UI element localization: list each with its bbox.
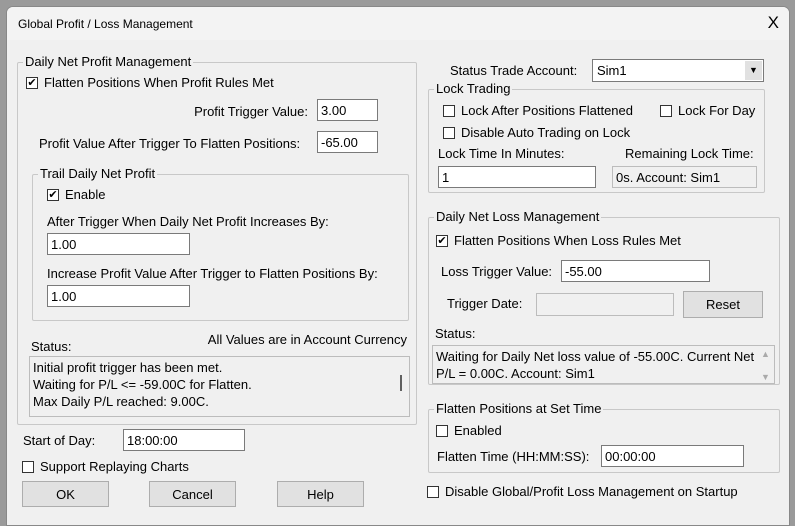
trigger-date-input <box>536 293 674 316</box>
loss-group-legend: Daily Net Loss Management <box>434 209 602 224</box>
remaining-lock-label: Remaining Lock Time: <box>625 146 754 161</box>
account-select[interactable]: Sim1 ▼ <box>592 59 764 82</box>
disable-startup-checkbox[interactable]: Disable Global/Profit Loss Management on… <box>427 484 738 499</box>
remaining-lock-value: 0s. Account: Sim1 <box>612 166 757 188</box>
support-replay-checkbox[interactable]: Support Replaying Charts <box>22 459 189 474</box>
scrollbar[interactable]: ▲ ▼ <box>757 346 774 383</box>
profit-trigger-input[interactable] <box>317 99 378 121</box>
checkbox-box <box>22 460 34 473</box>
checkbox-label: Disable Auto Trading on Lock <box>461 125 631 140</box>
scroll-down-icon[interactable]: ▼ <box>757 369 774 386</box>
lock-minutes-label: Lock Time In Minutes: <box>438 146 565 161</box>
start-of-day-label: Start of Day: <box>23 433 96 448</box>
currency-note: All Values are in Account Currency <box>207 332 407 347</box>
checkbox-box <box>436 424 448 437</box>
checkbox-label: Disable Global/Profit Loss Management on… <box>445 484 738 499</box>
checkbox-label: Lock After Positions Flattened <box>461 103 633 118</box>
checkbox-box <box>660 104 672 117</box>
profit-group-legend: Daily Net Profit Management <box>23 54 194 69</box>
trail-enable-checkbox[interactable]: ✔ Enable <box>47 187 105 202</box>
checkbox-label: Support Replaying Charts <box>40 459 189 474</box>
status-line: Waiting for Daily Net loss value of -55.… <box>436 349 755 364</box>
account-value: Sim1 <box>597 63 627 78</box>
checkbox-box <box>443 104 455 117</box>
profit-status-label: Status: <box>31 339 72 354</box>
flatten-time-group-legend: Flatten Positions at Set Time <box>434 401 604 416</box>
status-line: Waiting for P/L <= -59.00C for Flatten. <box>33 377 252 392</box>
flatten-time-input[interactable] <box>601 445 744 467</box>
increase-by-input[interactable] <box>47 233 190 255</box>
profit-trigger-label: Profit Trigger Value: <box>194 104 308 119</box>
checkbox-box: ✔ <box>436 234 448 247</box>
profit-after-label: Profit Value After Trigger To Flatten Po… <box>39 136 301 151</box>
checkbox-box <box>427 485 439 498</box>
increase-flatten-label: Increase Profit Value After Trigger to F… <box>47 266 378 281</box>
ok-button[interactable]: OK <box>22 481 109 507</box>
checkbox-label: Lock For Day <box>678 103 756 118</box>
lock-group-legend: Lock Trading <box>434 81 513 96</box>
checkbox-label: Enabled <box>454 423 502 438</box>
status-line: P/L = 0.00C. Account: Sim1 <box>436 366 595 381</box>
help-button[interactable]: Help <box>277 481 364 507</box>
loss-status-label: Status: <box>435 326 476 341</box>
checkbox-label: Enable <box>65 187 106 202</box>
flatten-loss-checkbox[interactable]: ✔ Flatten Positions When Loss Rules Met <box>436 233 681 248</box>
chevron-down-icon[interactable]: ▼ <box>745 61 762 80</box>
scroll-up-icon[interactable]: ▲ <box>757 346 774 363</box>
title-bar: Global Profit / Loss Management X <box>7 7 789 40</box>
flatten-time-enabled-checkbox[interactable]: Enabled <box>436 423 502 438</box>
status-line: Initial profit trigger has been met. <box>33 360 223 375</box>
checkbox-box: ✔ <box>26 76 38 89</box>
checkbox-box <box>443 126 455 139</box>
loss-trigger-input[interactable] <box>561 260 710 282</box>
lock-for-day-checkbox[interactable]: Lock For Day <box>660 103 755 118</box>
profit-status-text[interactable]: Initial profit trigger has been met. Wai… <box>29 356 410 417</box>
flatten-time-label: Flatten Time (HH:MM:SS): <box>437 449 590 464</box>
close-button[interactable]: X <box>768 13 779 33</box>
increase-by-label: After Trigger When Daily Net Profit Incr… <box>47 214 329 229</box>
loss-status-text[interactable]: Waiting for Daily Net loss value of -55.… <box>432 345 775 384</box>
scrollbar[interactable] <box>392 357 409 416</box>
loss-trigger-label: Loss Trigger Value: <box>441 264 553 279</box>
profit-after-input[interactable] <box>317 131 378 153</box>
scrollbar-thumb[interactable] <box>399 375 402 391</box>
start-of-day-input[interactable] <box>123 429 245 451</box>
checkbox-label: Flatten Positions When Profit Rules Met <box>44 75 274 90</box>
status-line: Max Daily P/L reached: 9.00C. <box>33 394 209 409</box>
trail-group-legend: Trail Daily Net Profit <box>38 166 158 181</box>
increase-flatten-input[interactable] <box>47 285 190 307</box>
disable-auto-checkbox[interactable]: Disable Auto Trading on Lock <box>443 125 630 140</box>
trigger-date-label: Trigger Date: <box>447 296 523 311</box>
checkbox-box: ✔ <box>47 188 59 201</box>
window-title: Global Profit / Loss Management <box>18 17 193 31</box>
account-label: Status Trade Account: <box>450 63 578 78</box>
lock-minutes-input[interactable] <box>438 166 596 188</box>
checkbox-label: Flatten Positions When Loss Rules Met <box>454 233 681 248</box>
flatten-profit-checkbox[interactable]: ✔ Flatten Positions When Profit Rules Met <box>26 75 274 90</box>
lock-after-flatten-checkbox[interactable]: Lock After Positions Flattened <box>443 103 633 118</box>
reset-button[interactable]: Reset <box>683 291 763 318</box>
cancel-button[interactable]: Cancel <box>149 481 236 507</box>
